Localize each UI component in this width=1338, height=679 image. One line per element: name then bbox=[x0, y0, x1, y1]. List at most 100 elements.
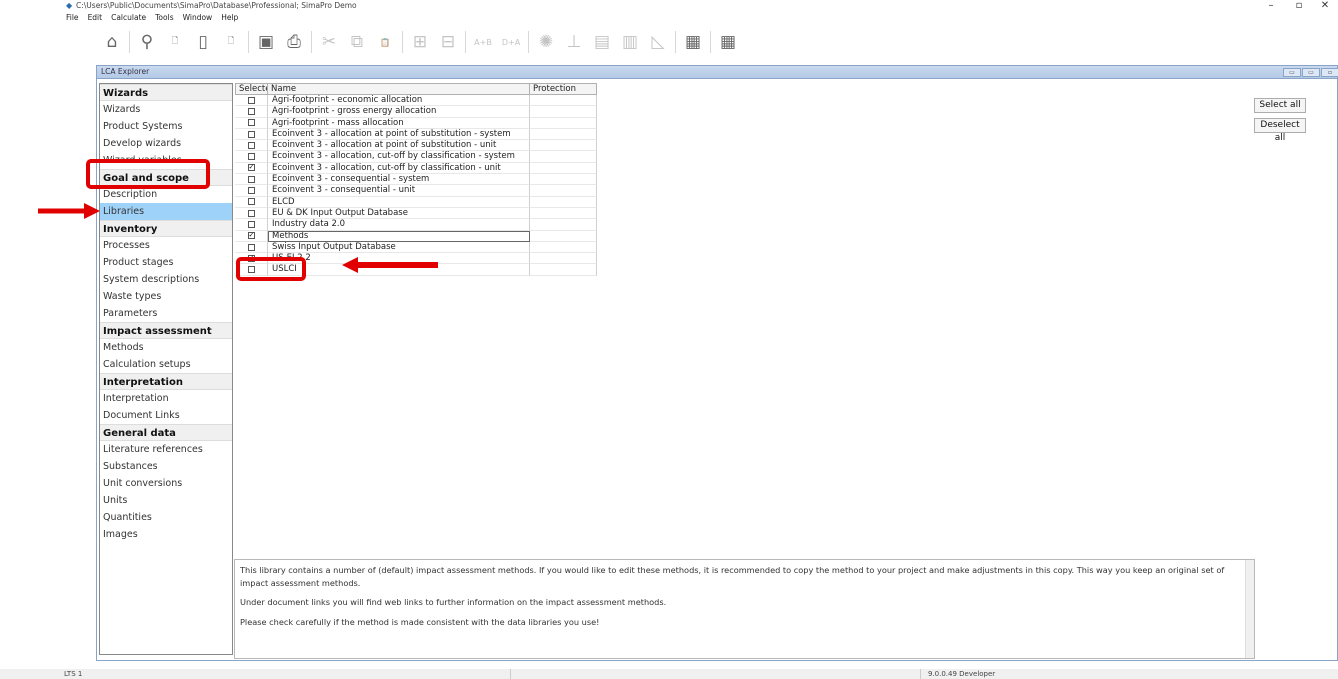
explorer-item-units[interactable]: Units bbox=[100, 492, 232, 509]
library-checkbox[interactable] bbox=[247, 153, 255, 161]
copy-icon[interactable]: ⧉ bbox=[343, 28, 371, 56]
library-checkbox[interactable] bbox=[247, 119, 255, 127]
menu-file[interactable]: File bbox=[66, 12, 79, 24]
library-checkbox[interactable]: ✓ bbox=[247, 164, 255, 172]
library-name: Agri-footprint - mass allocation bbox=[268, 117, 530, 129]
explorer-item-libraries[interactable]: Libraries bbox=[100, 203, 232, 220]
explorer-group-header[interactable]: General data bbox=[100, 424, 232, 441]
search-icon[interactable]: ⚲ bbox=[133, 28, 161, 56]
explorer-item-product-stages[interactable]: Product stages bbox=[100, 254, 232, 271]
open-icon[interactable]: ▯ bbox=[189, 28, 217, 56]
explorer-group-header[interactable]: Inventory bbox=[100, 220, 232, 237]
table-row[interactable]: ELCD bbox=[235, 196, 597, 208]
library-checkbox[interactable] bbox=[247, 175, 255, 183]
explorer-item-images[interactable]: Images bbox=[100, 526, 232, 543]
table-row[interactable]: Agri-footprint - gross energy allocation bbox=[235, 106, 597, 118]
collapse-icon[interactable]: ⊟ bbox=[434, 28, 462, 56]
library-checkbox[interactable] bbox=[247, 130, 255, 138]
mdi-minimize-button[interactable]: ▭ bbox=[1283, 68, 1301, 77]
paste-icon[interactable]: 📋 bbox=[371, 28, 399, 56]
explorer-item-wizards[interactable]: Wizards bbox=[100, 101, 232, 118]
new-document-icon[interactable]: 🗋 bbox=[161, 28, 189, 56]
explorer-item-document-links[interactable]: Document Links bbox=[100, 407, 232, 424]
table-row[interactable]: Ecoinvent 3 - consequential - system bbox=[235, 174, 597, 186]
select-cell bbox=[235, 185, 268, 197]
explorer-item-system-descriptions[interactable]: System descriptions bbox=[100, 271, 232, 288]
menu-window[interactable]: Window bbox=[183, 12, 213, 24]
col-name-header[interactable]: Name bbox=[268, 83, 530, 95]
table-row[interactable]: Industry data 2.0 bbox=[235, 219, 597, 231]
library-checkbox[interactable] bbox=[247, 198, 255, 206]
explorer-group-header[interactable]: Impact assessment bbox=[100, 322, 232, 339]
deselect-all-button[interactable]: Deselect all bbox=[1254, 118, 1306, 143]
table-row[interactable]: Ecoinvent 3 - consequential - unit bbox=[235, 185, 597, 197]
bar-chart-icon[interactable]: ▥ bbox=[616, 28, 644, 56]
explorer-item-product-systems[interactable]: Product Systems bbox=[100, 118, 232, 135]
explorer-item-interpretation[interactable]: Interpretation bbox=[100, 390, 232, 407]
tree-icon[interactable]: ⊥ bbox=[560, 28, 588, 56]
menu-tools[interactable]: Tools bbox=[155, 12, 173, 24]
process-icon[interactable]: ▤ bbox=[588, 28, 616, 56]
close-button[interactable]: ✕ bbox=[1316, 0, 1334, 12]
compare-da-icon[interactable]: D+A bbox=[497, 28, 525, 56]
table-row[interactable]: ✓ Ecoinvent 3 - allocation, cut-off by cl… bbox=[235, 162, 597, 175]
methods-arrow-icon bbox=[342, 257, 438, 273]
explorer-item-calculation-setups[interactable]: Calculation setups bbox=[100, 356, 232, 373]
library-checkbox[interactable] bbox=[247, 220, 255, 228]
explorer-item-processes[interactable]: Processes bbox=[100, 237, 232, 254]
col-protection-header[interactable]: Protection bbox=[530, 83, 597, 95]
library-name: ELCD bbox=[268, 196, 530, 208]
table-row[interactable]: ✓ Methods bbox=[235, 230, 597, 242]
table-row[interactable]: EU & DK Input Output Database bbox=[235, 207, 597, 220]
menu-calculate[interactable]: Calculate bbox=[111, 12, 146, 24]
minimize-button[interactable]: – bbox=[1262, 0, 1280, 12]
mdi-restore-button[interactable]: ▭ bbox=[1302, 68, 1320, 77]
menu-help[interactable]: Help bbox=[221, 12, 238, 24]
libraries-arrow-icon bbox=[38, 203, 100, 219]
explorer-group-header[interactable]: Wizards bbox=[100, 84, 232, 101]
print-icon[interactable]: ⎙ bbox=[280, 28, 308, 56]
description-scrollbar[interactable] bbox=[1245, 560, 1254, 658]
document-clock-icon[interactable]: 🗋 bbox=[217, 28, 245, 56]
library-checkbox[interactable] bbox=[247, 96, 255, 104]
explorer-item-waste-types[interactable]: Waste types bbox=[100, 288, 232, 305]
select-cell bbox=[235, 95, 268, 107]
explorer-item-unit-conversions[interactable]: Unit conversions bbox=[100, 475, 232, 492]
table-row[interactable]: Agri-footprint - mass allocation bbox=[235, 117, 597, 129]
library-checkbox[interactable] bbox=[247, 141, 255, 149]
table-row[interactable]: Swiss Input Output Database bbox=[235, 241, 597, 254]
explorer-item-methods[interactable]: Methods bbox=[100, 339, 232, 356]
compare-ab-icon[interactable]: A+B bbox=[469, 28, 497, 56]
protection-cell bbox=[530, 230, 597, 242]
library-checkbox[interactable]: ✓ bbox=[247, 232, 255, 240]
table-row[interactable]: Ecoinvent 3 - allocation at point of sub… bbox=[235, 140, 597, 152]
library-checkbox[interactable] bbox=[247, 243, 255, 251]
explorer-item-quantities[interactable]: Quantities bbox=[100, 509, 232, 526]
report-icon[interactable]: ▦ bbox=[679, 28, 707, 56]
cut-icon[interactable]: ✂ bbox=[315, 28, 343, 56]
maximize-button[interactable]: ▫ bbox=[1290, 0, 1308, 12]
library-checkbox[interactable] bbox=[247, 187, 255, 195]
description-paragraph: Please check carefully if the method is … bbox=[240, 616, 600, 627]
network-icon[interactable]: ✺ bbox=[532, 28, 560, 56]
table-row[interactable]: Ecoinvent 3 - allocation at point of sub… bbox=[235, 128, 597, 141]
expand-icon[interactable]: ⊞ bbox=[406, 28, 434, 56]
explorer-item-parameters[interactable]: Parameters bbox=[100, 305, 232, 322]
explorer-item-literature-references[interactable]: Literature references bbox=[100, 441, 232, 458]
home-icon[interactable]: ⌂ bbox=[98, 28, 126, 56]
explorer-item-develop-wizards[interactable]: Develop wizards bbox=[100, 135, 232, 152]
library-checkbox[interactable] bbox=[247, 209, 255, 217]
table-row[interactable]: Ecoinvent 3 - allocation, cut-off by cla… bbox=[235, 151, 597, 163]
toolbar-separator bbox=[528, 31, 529, 53]
select-all-button[interactable]: Select all bbox=[1254, 98, 1306, 113]
save-icon[interactable]: ▣ bbox=[252, 28, 280, 56]
line-chart-icon[interactable]: ◺ bbox=[644, 28, 672, 56]
calculator-icon[interactable]: ▦ bbox=[714, 28, 742, 56]
col-select-header[interactable]: Selecte bbox=[235, 83, 268, 95]
explorer-item-substances[interactable]: Substances bbox=[100, 458, 232, 475]
mdi-close-button[interactable]: ▫ bbox=[1321, 68, 1338, 77]
library-checkbox[interactable] bbox=[247, 107, 255, 115]
table-row[interactable]: Agri-footprint - economic allocation bbox=[235, 95, 597, 107]
explorer-group-header[interactable]: Interpretation bbox=[100, 373, 232, 390]
menu-edit[interactable]: Edit bbox=[88, 12, 103, 24]
